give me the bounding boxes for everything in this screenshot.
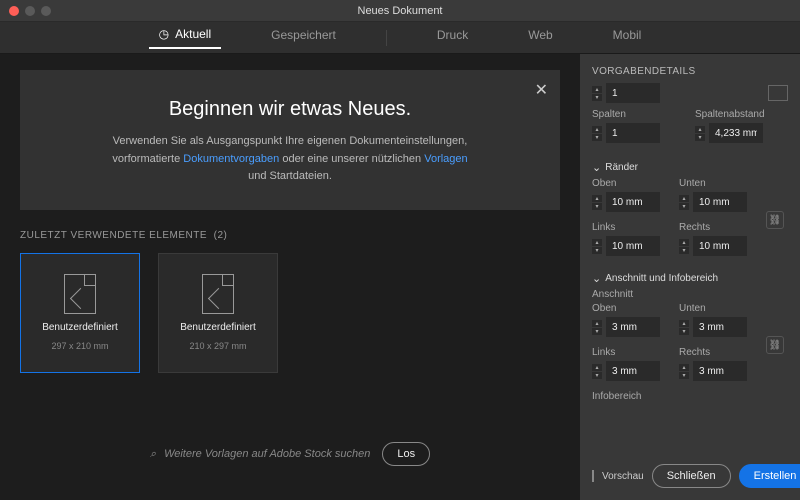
margin-bottom-label: Unten [679, 178, 758, 189]
pages-stepper[interactable]: ▴▾ [592, 86, 602, 101]
search-input[interactable]: ⌕ Weitere Vorlagen auf Adobe Stock suche… [150, 448, 370, 461]
close-window-icon[interactable] [9, 6, 19, 16]
card-title: Benutzerdefiniert [180, 322, 256, 333]
gutter-stepper[interactable]: ▴▾ [695, 126, 705, 141]
gutter-label: Spaltenabstand [695, 109, 788, 120]
search-icon: ⌕ [150, 448, 156, 461]
link-margins-icon[interactable]: ⛓ [766, 211, 784, 229]
bleed-left-input[interactable] [606, 361, 660, 381]
bleed-bottom-label: Unten [679, 303, 758, 314]
tab-gespeichert[interactable]: Gespeichert [261, 28, 346, 48]
card-title: Benutzerdefiniert [42, 322, 118, 333]
orientation-icon[interactable] [768, 85, 788, 101]
tab-separator [386, 30, 387, 46]
bleed-left-stepper[interactable]: ▴▾ [592, 364, 602, 379]
preview-label: Vorschau [602, 471, 644, 482]
pages-input[interactable] [606, 83, 660, 103]
margin-left-stepper[interactable]: ▴▾ [592, 239, 602, 254]
margin-right-label: Rechts [679, 222, 758, 233]
margin-right-input[interactable] [693, 236, 747, 256]
bleed-left-label: Links [592, 347, 671, 358]
left-panel: ✕ Beginnen wir etwas Neues. Verwenden Si… [0, 54, 580, 500]
margin-left-input[interactable] [606, 236, 660, 256]
bleed-right-label: Rechts [679, 347, 758, 358]
margin-top-input[interactable] [606, 192, 660, 212]
bleed-right-stepper[interactable]: ▴▾ [679, 364, 689, 379]
minimize-window-icon[interactable] [25, 6, 35, 16]
document-icon [64, 274, 96, 314]
columns-label: Spalten [592, 109, 685, 120]
zoom-window-icon[interactable] [41, 6, 51, 16]
preset-cards: Benutzerdefiniert 297 x 210 mm Benutzerd… [20, 253, 560, 373]
recent-label: ZULETZT VERWENDETE ELEMENTE (2) [20, 230, 560, 241]
panel-title: VORGABENDETAILS [592, 66, 788, 77]
margin-left-label: Links [592, 222, 671, 233]
tab-web[interactable]: Web [518, 28, 562, 48]
bleed-bottom-stepper[interactable]: ▴▾ [679, 320, 689, 335]
margin-top-stepper[interactable]: ▴▾ [592, 195, 602, 210]
preview-checkbox[interactable] [592, 470, 594, 482]
tab-aktuell[interactable]: ◷ Aktuell [149, 27, 222, 49]
hero-heading: Beginnen wir etwas Neues. [60, 98, 520, 121]
card-dimensions: 297 x 210 mm [51, 341, 108, 351]
margin-bottom-input[interactable] [693, 192, 747, 212]
hero-banner: ✕ Beginnen wir etwas Neues. Verwenden Si… [20, 70, 560, 210]
recent-icon: ◷ [159, 27, 169, 41]
bleed-top-input[interactable] [606, 317, 660, 337]
columns-stepper[interactable]: ▴▾ [592, 126, 602, 141]
bleed-bottom-input[interactable] [693, 317, 747, 337]
slug-label: Infobereich [592, 391, 788, 402]
bleed-right-input[interactable] [693, 361, 747, 381]
document-icon [202, 274, 234, 314]
go-button[interactable]: Los [382, 442, 430, 466]
tab-label: Aktuell [175, 27, 211, 41]
tab-druck[interactable]: Druck [427, 28, 478, 48]
margin-bottom-stepper[interactable]: ▴▾ [679, 195, 689, 210]
search-row: ⌕ Weitere Vorlagen auf Adobe Stock suche… [20, 424, 560, 484]
preset-card[interactable]: Benutzerdefiniert 297 x 210 mm [20, 253, 140, 373]
link-vorlagen[interactable]: Vorlagen [424, 153, 467, 165]
window-controls [0, 6, 51, 16]
window-title: Neues Dokument [358, 5, 443, 17]
bleed-top-label: Oben [592, 303, 671, 314]
titlebar: Neues Dokument [0, 0, 800, 22]
margin-top-label: Oben [592, 178, 671, 189]
close-button[interactable]: Schließen [652, 464, 731, 488]
create-button[interactable]: Erstellen [739, 464, 800, 488]
detail-panel: VORGABENDETAILS ▴▾ Spalten ▴▾ Spaltenabs… [580, 54, 800, 500]
tab-mobil[interactable]: Mobil [603, 28, 652, 48]
link-bleed-icon[interactable]: ⛓ [766, 336, 784, 354]
panel-footer: Vorschau Schließen Erstellen [592, 456, 788, 488]
preset-card[interactable]: Benutzerdefiniert 210 x 297 mm [158, 253, 278, 373]
close-icon[interactable]: ✕ [535, 80, 548, 100]
hero-text: Verwenden Sie als Ausgangspunkt Ihre eig… [80, 133, 500, 186]
category-tabs: ◷ Aktuell Gespeichert Druck Web Mobil [0, 22, 800, 54]
link-dokumentvorgaben[interactable]: Dokumentvorgaben [183, 153, 279, 165]
bleed-label: Anschnitt [592, 289, 788, 300]
gutter-input[interactable] [709, 123, 763, 143]
margins-section[interactable]: Ränder [592, 161, 788, 174]
bleed-section[interactable]: Anschnitt und Infobereich [592, 272, 788, 285]
columns-input[interactable] [606, 123, 660, 143]
card-dimensions: 210 x 297 mm [189, 341, 246, 351]
margin-right-stepper[interactable]: ▴▾ [679, 239, 689, 254]
bleed-top-stepper[interactable]: ▴▾ [592, 320, 602, 335]
